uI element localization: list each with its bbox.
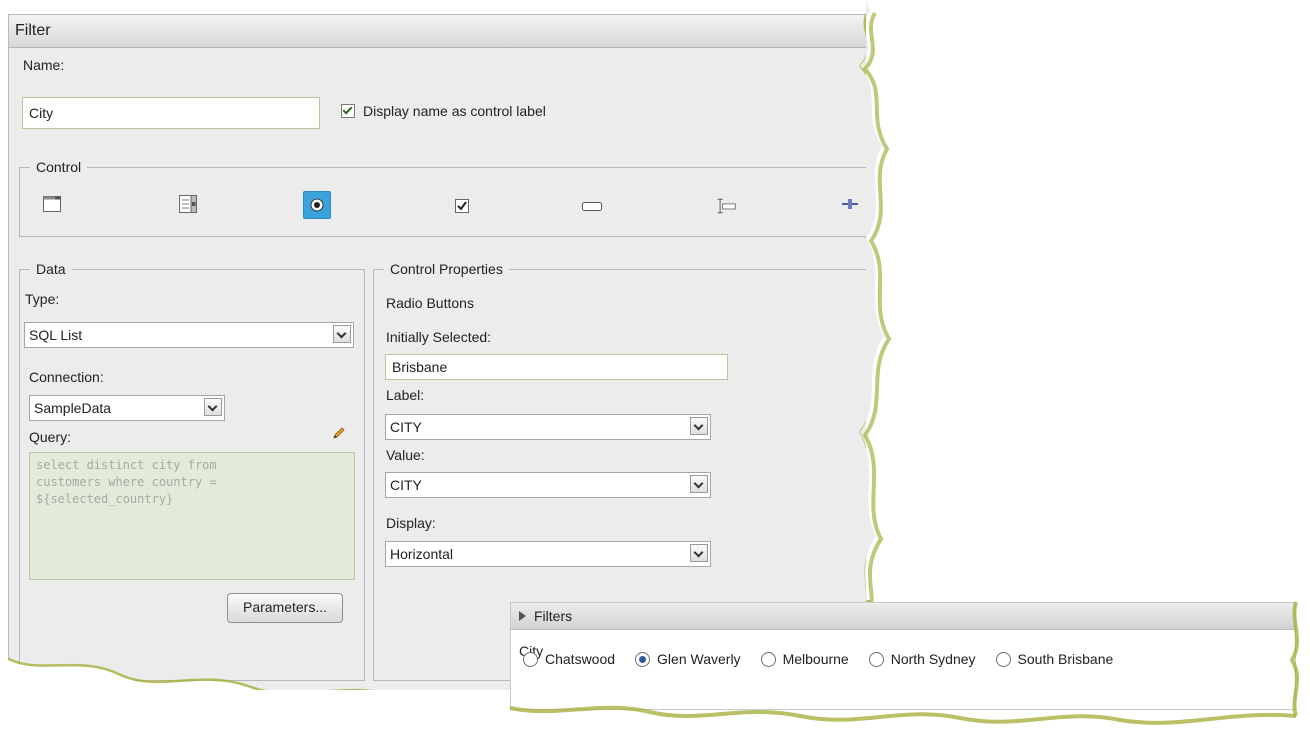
chevron-down-icon[interactable]	[204, 398, 222, 416]
type-value: SQL List	[29, 327, 83, 343]
display-name-checkbox[interactable]	[341, 104, 355, 118]
name-label: Name:	[23, 57, 65, 73]
checkbox-icon[interactable]	[451, 195, 473, 217]
initially-selected-input[interactable]: Brisbane	[385, 354, 728, 380]
radio-option-chatswood[interactable]: Chatswood	[523, 651, 615, 667]
radio-circle-selected[interactable]	[635, 651, 651, 667]
query-textarea[interactable]: select distinct city from customers wher…	[29, 452, 355, 580]
connection-value: SampleData	[34, 400, 112, 416]
connection-select[interactable]: SampleData	[29, 395, 225, 421]
label-value: CITY	[390, 419, 422, 435]
filters-panel: Filters City Chatswood Glen Waverly Melb…	[510, 602, 1296, 710]
display-select[interactable]: Horizontal	[385, 541, 711, 567]
radio-label: Melbourne	[782, 651, 849, 667]
value-value: CITY	[390, 477, 422, 493]
radio-button-icon[interactable]	[303, 191, 331, 219]
connection-label: Connection:	[29, 369, 104, 385]
display-name-checkbox-row[interactable]: Display name as control label	[341, 103, 546, 119]
list-icon[interactable]	[177, 193, 199, 215]
pencil-icon[interactable]	[331, 425, 347, 446]
radio-option-melbourne[interactable]: Melbourne	[760, 651, 849, 667]
parameters-button[interactable]: Parameters...	[227, 593, 343, 623]
city-radio-group: Chatswood Glen Waverly Melbourne North S…	[523, 651, 1113, 667]
dropdown-icon[interactable]	[41, 193, 63, 215]
label-label: Label:	[386, 387, 425, 403]
textbox-icon[interactable]	[581, 195, 603, 217]
radio-label: North Sydney	[890, 651, 976, 667]
radio-circle[interactable]	[868, 651, 884, 667]
radio-circle[interactable]	[760, 651, 776, 667]
type-label: Type:	[25, 291, 60, 307]
value-label: Value:	[386, 447, 425, 463]
expand-triangle-icon[interactable]	[519, 611, 526, 621]
control-legend: Control	[36, 159, 82, 175]
display-name-label: Display name as control label	[363, 103, 546, 119]
chevron-down-icon[interactable]	[333, 325, 351, 343]
initially-selected-label: Initially Selected:	[386, 329, 492, 345]
radio-option-glen-waverly[interactable]: Glen Waverly	[635, 651, 741, 667]
radio-label: South Brisbane	[1017, 651, 1114, 667]
control-type-text: Radio Buttons	[386, 295, 474, 311]
dialog-title: Filter	[9, 15, 867, 48]
radio-circle[interactable]	[995, 651, 1011, 667]
filters-title: Filters	[534, 608, 573, 624]
label-select[interactable]: CITY	[385, 414, 711, 440]
display-label: Display:	[386, 515, 436, 531]
data-legend: Data	[36, 261, 66, 277]
type-select[interactable]: SQL List	[24, 322, 354, 348]
chevron-down-icon[interactable]	[690, 417, 708, 435]
display-value: Horizontal	[390, 546, 454, 562]
chevron-down-icon[interactable]	[690, 544, 708, 562]
radio-circle[interactable]	[523, 651, 538, 667]
radio-label: Glen Waverly	[657, 651, 741, 667]
chevron-down-icon[interactable]	[690, 475, 708, 493]
control-group: Control	[19, 159, 867, 237]
radio-label: Chatswood	[545, 651, 616, 667]
value-select[interactable]: CITY	[385, 472, 711, 498]
radio-option-south-brisbane[interactable]: South Brisbane	[995, 651, 1114, 667]
radio-option-north-sydney[interactable]: North Sydney	[868, 651, 976, 667]
slider-icon[interactable]	[839, 193, 861, 215]
query-label: Query:	[29, 429, 72, 445]
name-input[interactable]: City	[22, 97, 320, 129]
filters-header[interactable]: Filters	[511, 603, 1295, 630]
control-properties-legend: Control Properties	[390, 261, 503, 277]
text-cursor-icon[interactable]	[715, 195, 737, 217]
